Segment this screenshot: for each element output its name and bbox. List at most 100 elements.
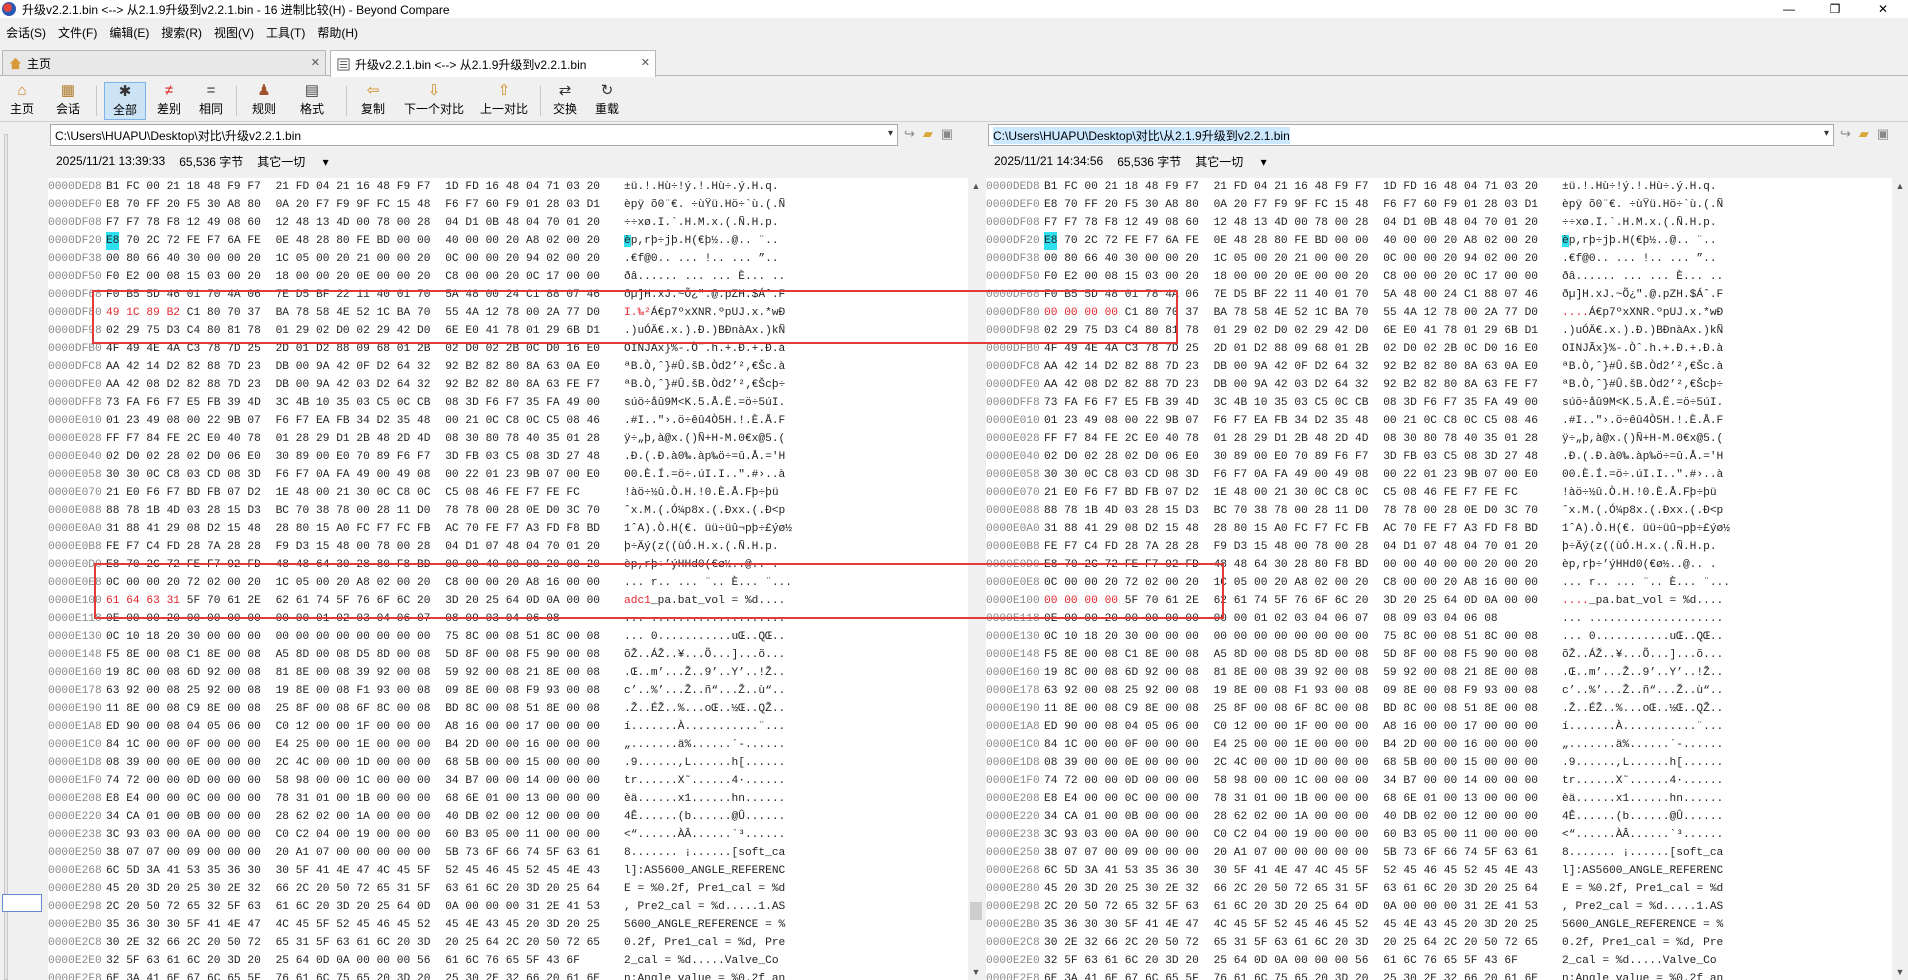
hex-byte[interactable]: 08 <box>506 700 519 718</box>
hex-byte[interactable]: 48 <box>1444 214 1457 232</box>
hex-byte[interactable]: 00 <box>377 754 390 772</box>
hex-byte[interactable]: 32 <box>106 952 119 970</box>
hex-byte[interactable]: 00 <box>1504 268 1517 286</box>
hex-byte[interactable]: 60 <box>445 826 458 844</box>
hex-byte[interactable]: 4A <box>1403 304 1416 322</box>
hex-byte[interactable]: 20 <box>1355 592 1368 610</box>
hex-byte[interactable]: 00 <box>397 844 410 862</box>
hex-byte[interactable]: 01 <box>146 808 159 826</box>
hex-byte[interactable]: 61 <box>1214 898 1227 916</box>
hex-byte[interactable]: 08 <box>1044 754 1057 772</box>
hex-byte[interactable]: 31 <box>526 898 539 916</box>
hex-byte[interactable]: 63 <box>336 934 349 952</box>
hex-byte[interactable]: F7 <box>1064 538 1077 556</box>
hex-byte[interactable]: 64 <box>397 898 410 916</box>
hex-byte[interactable]: 2C <box>1125 430 1138 448</box>
ascii-text[interactable]: èpÿ õ0¨€. ÷ùŸü.Hö÷`ù.(.Ñ <box>624 196 785 214</box>
hex-byte[interactable]: 9B <box>1165 412 1178 430</box>
menu-search[interactable]: 搜索(R) <box>155 24 208 41</box>
hex-byte[interactable]: 11 <box>1335 502 1348 520</box>
ascii-text[interactable]: ðâ...... ... ... È... .. <box>624 268 785 286</box>
hex-byte[interactable]: 90 <box>1484 646 1497 664</box>
hex-byte[interactable]: 0C <box>1315 484 1328 502</box>
hex-byte[interactable]: 20 <box>316 880 329 898</box>
hex-byte[interactable]: 76 <box>1214 970 1227 980</box>
hex-byte[interactable]: 39 <box>1165 394 1178 412</box>
hex-byte[interactable]: 00 <box>486 502 499 520</box>
hex-byte[interactable]: 7E <box>1214 286 1227 304</box>
hex-byte[interactable]: 04 <box>1315 610 1328 628</box>
hex-byte[interactable]: 70 <box>546 214 559 232</box>
ascii-text[interactable]: c’..%’...Ž..ñ“...Ž..ù“.. <box>624 682 785 700</box>
hex-byte[interactable]: 00 <box>146 646 159 664</box>
ascii-text[interactable]: E = %0.2f, Pre1_cal = %d <box>624 880 785 898</box>
hex-byte[interactable]: 08 <box>417 682 430 700</box>
hex-byte[interactable]: 00 <box>1335 808 1348 826</box>
hex-row[interactable]: 0000E298 2C 20 50 72 65 32 5F 63 61 6C 20 3D 20 25 64 0D… <box>986 898 1892 916</box>
hex-byte[interactable]: E0 <box>207 430 220 448</box>
hex-byte[interactable]: 16 <box>1424 178 1437 196</box>
hex-byte[interactable]: 5D <box>1064 862 1077 880</box>
hex-byte[interactable]: 01 <box>1254 610 1267 628</box>
hex-byte[interactable]: 00 <box>377 844 390 862</box>
hex-byte[interactable]: 02 <box>146 448 159 466</box>
hex-byte[interactable]: 64 <box>1525 880 1538 898</box>
hex-byte[interactable]: 19 <box>356 826 369 844</box>
hex-byte[interactable]: 20 <box>356 898 369 916</box>
hex-byte[interactable]: D2 <box>247 484 260 502</box>
overview-viewport[interactable] <box>2 894 42 912</box>
hex-byte[interactable]: 00 <box>486 736 499 754</box>
hex-byte[interactable]: 8D <box>377 646 390 664</box>
hex-byte[interactable]: 41 <box>566 898 579 916</box>
hex-byte[interactable]: 30 <box>1274 556 1287 574</box>
hex-byte[interactable]: 45 <box>1234 916 1247 934</box>
hex-byte[interactable]: 6C <box>106 862 119 880</box>
hex-byte[interactable]: E0 <box>247 448 260 466</box>
hex-byte[interactable]: 45 <box>397 916 410 934</box>
hex-byte[interactable]: 32 <box>417 376 430 394</box>
ascii-text[interactable]: 4Ê......(b......@Û...... <box>1562 808 1723 826</box>
hex-byte[interactable]: 20 <box>526 916 539 934</box>
hex-byte[interactable]: 30 <box>126 466 139 484</box>
hex-byte[interactable]: D0 <box>1484 340 1497 358</box>
hex-byte[interactable]: 00 <box>377 772 390 790</box>
hex-byte[interactable]: 8E <box>1484 700 1497 718</box>
hex-byte[interactable]: 25 <box>276 700 289 718</box>
hex-byte[interactable]: D1 <box>1525 196 1538 214</box>
hex-row[interactable]: 0000E178 63 92 00 08 25 92 00 08 19 8E 00 08 F1 93 00 08… <box>986 682 1892 700</box>
hex-byte[interactable]: 2E <box>1165 880 1178 898</box>
hex-byte[interactable]: 20 <box>1444 574 1457 592</box>
hex-byte[interactable]: 00 <box>227 808 240 826</box>
hex-byte[interactable]: C2 <box>296 826 309 844</box>
hex-byte[interactable]: 6C <box>1254 970 1267 980</box>
hex-byte[interactable]: 6D <box>1125 664 1138 682</box>
hex-byte[interactable]: 0A <box>316 466 329 484</box>
hex-byte[interactable]: 09 <box>1383 682 1396 700</box>
hex-byte[interactable]: F1 <box>1294 682 1307 700</box>
hex-byte[interactable]: D0 <box>1355 502 1368 520</box>
hex-byte[interactable]: 5F <box>126 952 139 970</box>
hex-byte[interactable]: 48 <box>1355 196 1368 214</box>
hex-byte[interactable]: 03 <box>1294 376 1307 394</box>
hex-byte[interactable]: 08 <box>1125 520 1138 538</box>
hex-byte[interactable]: 00 <box>167 736 180 754</box>
hex-byte[interactable]: 0C <box>377 484 390 502</box>
hex-byte[interactable]: 5F <box>526 952 539 970</box>
hex-byte[interactable]: 00 <box>227 646 240 664</box>
hex-byte[interactable]: 00 <box>1403 232 1416 250</box>
hex-byte[interactable]: 30 <box>465 430 478 448</box>
hex-byte[interactable]: 00 <box>546 736 559 754</box>
hex-byte[interactable]: 5F <box>1125 916 1138 934</box>
hex-byte[interactable]: 00 <box>1254 448 1267 466</box>
hex-byte[interactable]: 92 <box>207 682 220 700</box>
hex-byte[interactable]: 00 <box>1294 502 1307 520</box>
hex-byte[interactable]: 3C <box>276 394 289 412</box>
ascii-text[interactable]: .€f@0.. ... !.. ... ”.. <box>1562 250 1723 268</box>
scroll-up-icon[interactable]: ▲ <box>968 178 984 194</box>
hex-byte[interactable]: 0C <box>526 268 539 286</box>
hex-byte[interactable]: A5 <box>276 646 289 664</box>
hex-byte[interactable]: 3D <box>1383 592 1396 610</box>
hex-byte[interactable]: 0B <box>1125 808 1138 826</box>
hex-byte[interactable]: 63 <box>1484 358 1497 376</box>
hex-byte[interactable]: 15 <box>1165 520 1178 538</box>
